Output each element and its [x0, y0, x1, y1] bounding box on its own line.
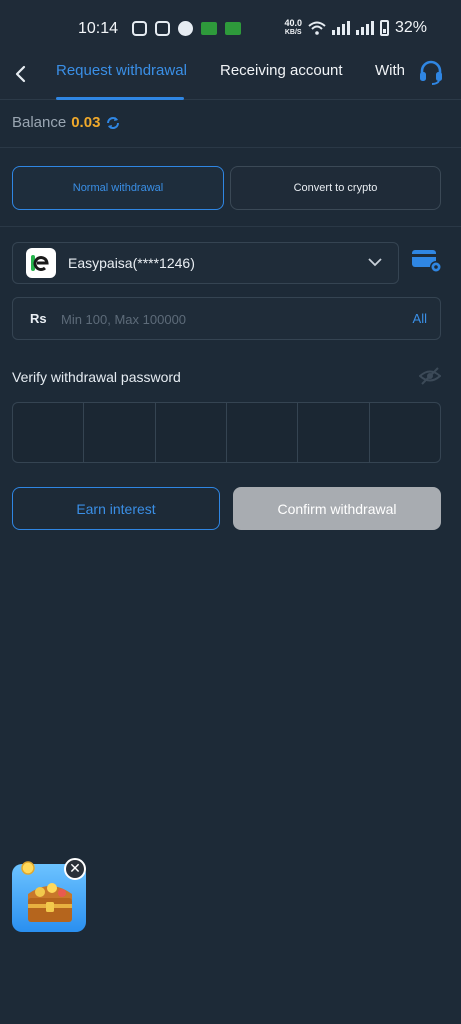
verify-password-label: Verify withdrawal password [12, 369, 181, 385]
amount-field: Rs All [12, 297, 441, 340]
balance-label: Balance [12, 114, 67, 131]
active-tab-indicator [56, 97, 184, 100]
facebook-icon [178, 21, 193, 36]
customer-service-icon[interactable] [417, 58, 445, 86]
balance-row: Balance 0.03 [12, 114, 121, 131]
status-time: 10:14 [78, 20, 119, 37]
card-settings-icon[interactable] [411, 248, 443, 274]
pin-cell[interactable] [298, 403, 370, 462]
tab-withdrawal-history[interactable]: With [375, 62, 405, 79]
instagram-icon [132, 21, 147, 36]
currency-label: Rs [30, 311, 47, 326]
notification-icons [132, 21, 241, 36]
app-notification-icon [225, 22, 241, 35]
wifi-icon [308, 21, 326, 35]
normal-withdrawal-button[interactable]: Normal withdrawal [12, 166, 224, 210]
net-speed: 40.0 KB/S [284, 19, 302, 37]
amount-input[interactable] [59, 306, 389, 332]
battery-percent: 32% [394, 19, 427, 36]
receiving-account-select[interactable]: Easypaisa(****1246) [12, 242, 399, 284]
eye-off-icon[interactable] [419, 366, 441, 386]
refresh-icon[interactable] [105, 115, 121, 131]
easypaisa-logo [26, 248, 56, 278]
treasure-chest-icon [28, 883, 72, 922]
account-name: Easypaisa(****1246) [68, 255, 195, 271]
tab-receiving-account[interactable]: Receiving account [220, 62, 343, 79]
net-speed-value: 40.0 [284, 18, 302, 28]
net-speed-unit: KB/S [284, 29, 302, 36]
system-icons: 40.0 KB/S 32% [284, 19, 427, 37]
status-bar: 10:14 40.0 KB/S 32% [0, 0, 461, 58]
tab-request-withdrawal[interactable]: Request withdrawal [56, 62, 187, 79]
battery-icon [379, 20, 389, 36]
signal-icon [331, 21, 350, 35]
divider [0, 147, 461, 148]
chevron-down-icon [368, 258, 382, 267]
coin-icon [21, 861, 35, 875]
chevron-left-icon [15, 65, 26, 83]
pin-cell[interactable] [156, 403, 227, 462]
pin-cell[interactable] [13, 403, 85, 462]
back-button[interactable] [10, 62, 32, 86]
password-pin-input[interactable] [12, 402, 441, 463]
instagram-icon [155, 21, 170, 36]
pin-cell[interactable] [84, 403, 156, 462]
treasure-chest-widget[interactable]: ✕ [12, 858, 88, 932]
convert-to-crypto-button[interactable]: Convert to crypto [230, 166, 441, 210]
close-icon[interactable]: ✕ [64, 858, 86, 880]
earn-interest-button[interactable]: Earn interest [12, 487, 220, 530]
divider [0, 226, 461, 227]
easypaisa-icon [31, 255, 49, 271]
app-notification-icon [201, 22, 217, 35]
balance-value: 0.03 [71, 114, 101, 131]
signal-icon [355, 21, 374, 35]
pin-cell[interactable] [227, 403, 299, 462]
confirm-withdrawal-button[interactable]: Confirm withdrawal [233, 487, 441, 530]
pin-cell[interactable] [370, 403, 440, 462]
all-amount-button[interactable]: All [413, 311, 427, 326]
tab-header: Request withdrawal Receiving account Wit… [0, 58, 461, 100]
